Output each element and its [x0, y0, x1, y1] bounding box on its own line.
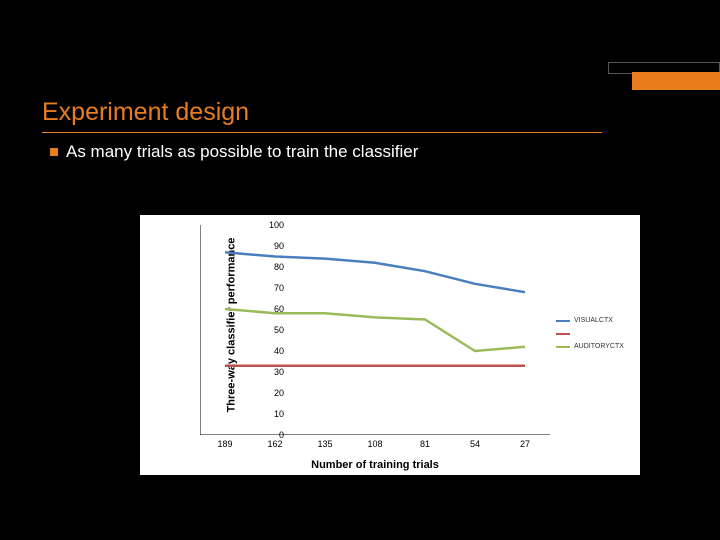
legend-item: VISUALCTX: [556, 315, 634, 326]
chart-legend: VISUALCTX chance AUDITORYCTX: [556, 315, 634, 355]
chart-ytick: 100: [269, 220, 284, 230]
chart-ytick: 70: [274, 283, 284, 293]
chart-ytick: 50: [274, 325, 284, 335]
chart-ytick: 80: [274, 262, 284, 272]
legend-swatch: [556, 333, 570, 335]
legend-swatch: [556, 320, 570, 322]
legend-swatch: [556, 346, 570, 348]
chart-xlabel: Number of training trials: [200, 459, 550, 471]
chart-ytick: 40: [274, 346, 284, 356]
chart-ytick: 90: [274, 241, 284, 251]
bullet-text: As many trials as possible to train the …: [66, 142, 418, 162]
accent-bar: [632, 72, 720, 90]
chart-xtick: 189: [217, 439, 232, 449]
chart-xtick: 81: [420, 439, 430, 449]
title-underline: [42, 132, 602, 133]
chart-xtick: 108: [367, 439, 382, 449]
chart-xtick: 135: [317, 439, 332, 449]
legend-label: VISUALCTX: [574, 315, 613, 326]
chart-plot-area: [200, 225, 550, 435]
chart-xtick: 54: [470, 439, 480, 449]
legend-label: AUDITORYCTX: [574, 341, 624, 352]
bullet-square-icon: [50, 148, 58, 156]
chart-container: Three-way classifier performance Number …: [140, 215, 640, 475]
legend-item: chance: [556, 328, 634, 339]
chart-xtick: 27: [520, 439, 530, 449]
slide: Experiment design As many trials as poss…: [0, 0, 720, 540]
chart-ytick: 10: [274, 409, 284, 419]
bullet-item: As many trials as possible to train the …: [50, 142, 418, 162]
chart-ytick: 30: [274, 367, 284, 377]
chart-xtick: 162: [267, 439, 282, 449]
chart-svg: [200, 225, 550, 435]
slide-title: Experiment design: [42, 98, 249, 127]
legend-item: AUDITORYCTX: [556, 341, 634, 352]
chart-ytick: 60: [274, 304, 284, 314]
chart-ytick: 20: [274, 388, 284, 398]
